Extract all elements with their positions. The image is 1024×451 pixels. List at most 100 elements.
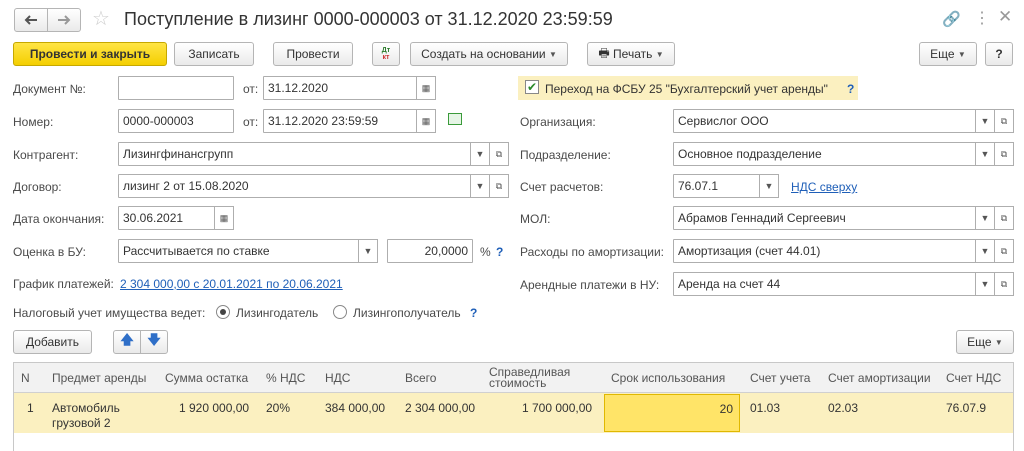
more-button[interactable]: Еще ▼ [919, 42, 977, 66]
help-icon[interactable]: ? [847, 82, 854, 96]
doc-date-label: от: [243, 82, 259, 96]
cell-vat-rate[interactable]: 20% [266, 401, 290, 415]
rate-field[interactable]: 20,0000 [387, 239, 473, 263]
valuation-field[interactable]: Рассчитывается по ставке [118, 239, 360, 263]
calendar-icon[interactable]: ▦ [214, 206, 234, 230]
dt-kt-button[interactable]: Дт кт [372, 42, 400, 66]
column-header-total[interactable]: Всего [405, 364, 436, 392]
column-header-amort-account[interactable]: Счет амортизации [828, 364, 931, 392]
column-header-term[interactable]: Срок использования [611, 364, 725, 392]
move-up-button[interactable]: 🡅 [113, 330, 141, 354]
create-based-on-button[interactable]: Создать на основании ▼ [410, 42, 568, 66]
mol-label: МОЛ: [520, 212, 551, 226]
term-input[interactable]: 20 [604, 394, 740, 432]
end-date-label: Дата окончания: [13, 212, 105, 226]
cell-account[interactable]: 01.03 [750, 401, 780, 415]
column-header-account[interactable]: Счет учета [750, 364, 810, 392]
tax-label: Налоговый учет имущества ведет: [13, 306, 206, 320]
counterparty-field[interactable]: Лизингфинансгрупп [118, 142, 472, 166]
window-title: Поступление в лизинг 0000-000003 от 31.1… [124, 9, 613, 29]
print-button[interactable]: 🖶 Печать ▼ [587, 42, 675, 66]
chevron-down-icon: ▼ [994, 337, 1003, 347]
favorite-star-icon[interactable]: ☆ [92, 8, 110, 30]
lease-payments-label: Арендные платежи в НУ: [520, 278, 660, 292]
move-down-button[interactable]: 🡇 [140, 330, 168, 354]
settlement-account-field[interactable]: 76.07.1 [673, 174, 761, 198]
open-icon[interactable]: ⧉ [489, 142, 509, 166]
back-button[interactable] [14, 8, 48, 32]
chevron-down-icon[interactable]: ▼ [975, 272, 995, 296]
contract-label: Договор: [13, 180, 62, 194]
calendar-icon[interactable]: ▦ [416, 76, 436, 100]
column-header-item[interactable]: Предмет аренды [52, 364, 146, 392]
cell-fair-value[interactable]: 1 700 000,00 [522, 401, 592, 415]
number-field[interactable]: 0000-000003 [118, 109, 234, 133]
radio-lessee[interactable] [333, 305, 347, 319]
add-button[interactable]: Добавить [13, 330, 92, 354]
cell-item[interactable]: Автомобиль грузовой 2 [52, 401, 140, 431]
post-button[interactable]: Провести [273, 42, 353, 66]
vat-link[interactable]: НДС сверху [791, 180, 857, 194]
cell-n[interactable]: 1 [27, 401, 34, 415]
subdivision-field[interactable]: Основное подразделение [673, 142, 977, 166]
open-icon[interactable]: ⧉ [994, 142, 1014, 166]
column-header-balance[interactable]: Сумма остатка [165, 364, 248, 392]
chevron-down-icon[interactable]: ▼ [975, 109, 995, 133]
doc-number-field[interactable] [118, 76, 234, 100]
calendar-icon[interactable]: ▦ [416, 109, 436, 133]
chevron-down-icon[interactable]: ▼ [975, 206, 995, 230]
lease-payments-field[interactable]: Аренда на счет 44 [673, 272, 977, 296]
organization-label: Организация: [520, 115, 596, 129]
dt-kt-icon: Дт кт [381, 47, 391, 61]
radio-lessor[interactable] [216, 305, 230, 319]
schedule-link[interactable]: 2 304 000,00 с 20.01.2021 по 20.06.2021 [120, 277, 343, 291]
chevron-down-icon[interactable]: ▼ [975, 239, 995, 263]
radio-lessee-label: Лизингополучатель [353, 306, 461, 320]
document-check-icon[interactable] [448, 113, 462, 125]
table-row[interactable] [14, 393, 1013, 433]
mol-field[interactable]: Абрамов Геннадий Сергеевич [673, 206, 977, 230]
column-header-vat-rate[interactable]: % НДС [266, 364, 305, 392]
chevron-down-icon[interactable]: ▼ [759, 174, 779, 198]
printer-icon: 🖶 [598, 45, 610, 60]
save-button[interactable]: Записать [174, 42, 254, 66]
open-icon[interactable]: ⧉ [994, 272, 1014, 296]
column-header-n[interactable]: N [21, 364, 30, 392]
fsbu-checkbox[interactable]: ✔ [525, 80, 539, 94]
chevron-down-icon[interactable]: ▼ [470, 174, 490, 198]
chevron-down-icon: ▼ [548, 49, 557, 59]
cell-vat[interactable]: 384 000,00 [325, 401, 385, 415]
number-date-label: от: [243, 115, 259, 129]
end-date-field[interactable]: 30.06.2021 [118, 206, 216, 230]
chevron-down-icon[interactable]: ▼ [470, 142, 490, 166]
column-header-fair-value[interactable]: Справедливая стоимость [489, 364, 577, 392]
amortization-label: Расходы по амортизации: [520, 245, 665, 259]
post-and-close-button[interactable]: Провести и закрыть [13, 42, 167, 66]
close-icon[interactable]: ✕ [998, 7, 1012, 27]
amortization-field[interactable]: Амортизация (счет 44.01) [673, 239, 977, 263]
cell-amort-account[interactable]: 02.03 [828, 401, 858, 415]
link-icon[interactable]: 🔗 [942, 10, 961, 28]
help-icon[interactable]: ? [496, 245, 503, 259]
open-icon[interactable]: ⧉ [994, 206, 1014, 230]
cell-total[interactable]: 2 304 000,00 [405, 401, 475, 415]
number-date-field[interactable]: 31.12.2020 23:59:59 [263, 109, 417, 133]
column-header-vat-account[interactable]: Счет НДС [946, 364, 1001, 392]
open-icon[interactable]: ⧉ [994, 109, 1014, 133]
column-header-vat[interactable]: НДС [325, 364, 350, 392]
contract-field[interactable]: лизинг 2 от 15.08.2020 [118, 174, 472, 198]
organization-field[interactable]: Сервислог ООО [673, 109, 977, 133]
help-icon[interactable]: ? [470, 306, 477, 320]
table-more-button[interactable]: Еще ▼ [956, 330, 1014, 354]
open-icon[interactable]: ⧉ [489, 174, 509, 198]
cell-vat-account[interactable]: 76.07.9 [946, 401, 986, 415]
forward-button[interactable] [47, 8, 81, 32]
schedule-label: График платежей: [13, 277, 114, 291]
help-button[interactable]: ? [985, 42, 1013, 66]
doc-date-field[interactable]: 31.12.2020 [263, 76, 417, 100]
cell-balance[interactable]: 1 920 000,00 [179, 401, 249, 415]
chevron-down-icon[interactable]: ▼ [975, 142, 995, 166]
chevron-down-icon[interactable]: ▼ [358, 239, 378, 263]
open-icon[interactable]: ⧉ [994, 239, 1014, 263]
more-icon[interactable]: ⋮ [974, 8, 990, 28]
